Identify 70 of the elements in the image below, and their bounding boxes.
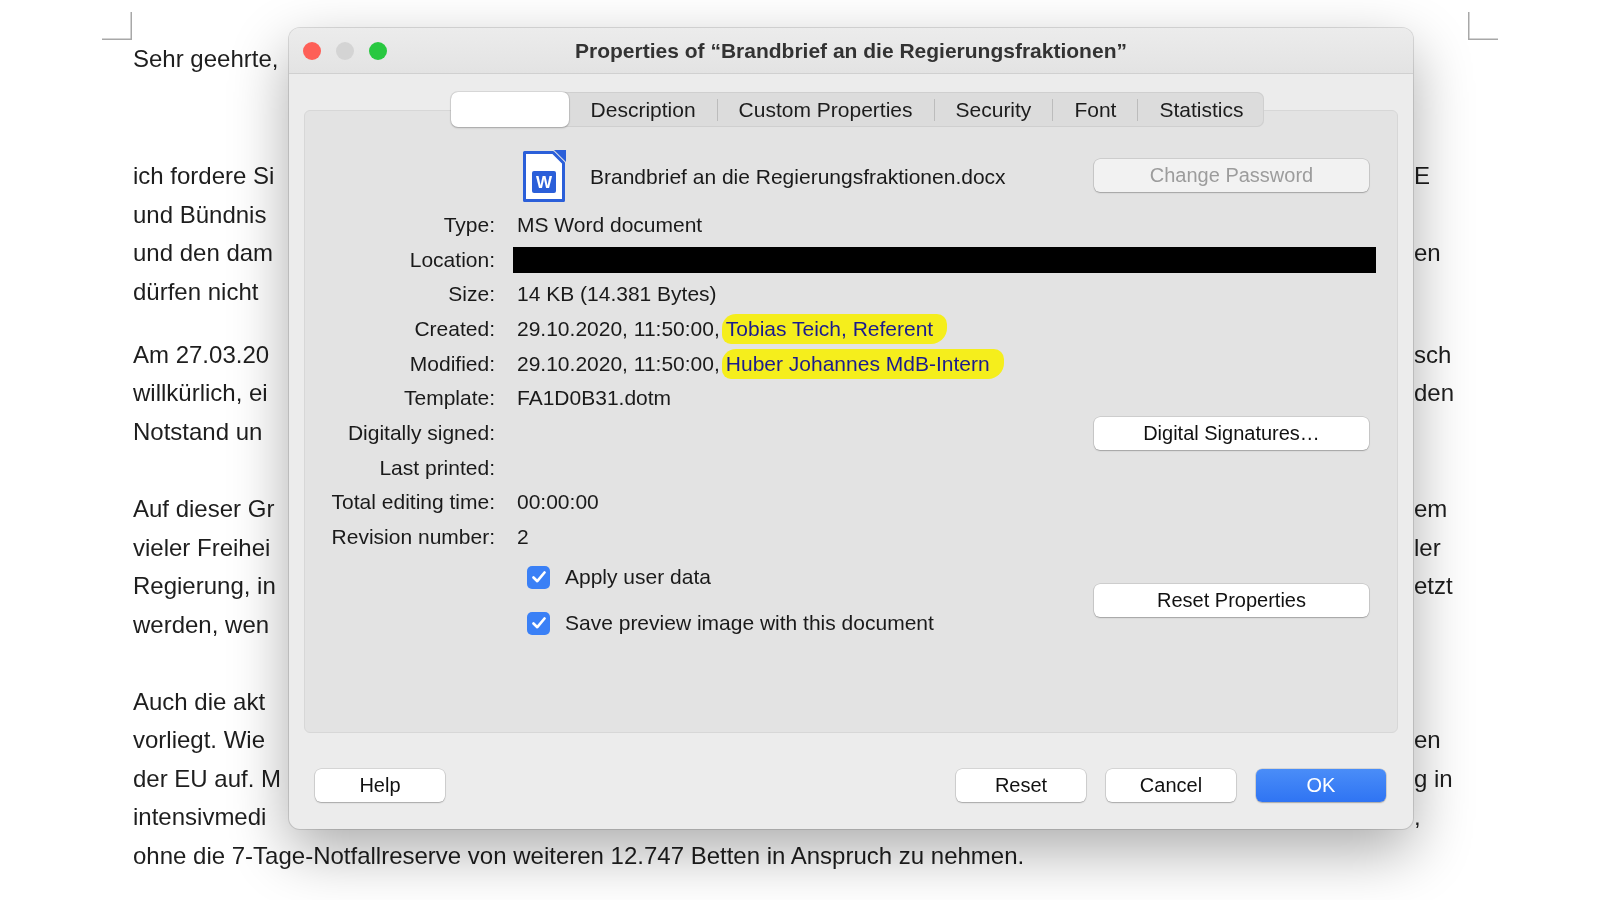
field-label: Size: — [447, 281, 495, 308]
document-text: sch — [1414, 339, 1452, 370]
checkbox-label[interactable]: Apply user data — [565, 565, 711, 590]
tab[interactable]: Statistics — [1138, 92, 1265, 127]
checkbox[interactable] — [527, 565, 550, 589]
author-name: Huber Johannes MdB-Intern — [721, 348, 1004, 379]
crop-mark-icon — [1468, 12, 1498, 40]
help-button[interactable]: Help — [315, 769, 445, 802]
document-text: , — [1414, 802, 1421, 833]
author-name: Tobias Teich, Referent — [721, 314, 948, 344]
checkmark-icon — [531, 571, 546, 584]
zoom-button[interactable] — [369, 41, 387, 60]
document-text: dürfen nicht — [133, 276, 259, 307]
digital-signatures-button[interactable]: Digital Signatures… — [1094, 416, 1369, 450]
dialog-button[interactable]: OK — [1256, 769, 1386, 802]
document-text: g in — [1414, 763, 1453, 794]
document-text: vieler Freihei — [133, 532, 271, 563]
field-label: Location: — [408, 246, 495, 273]
checkmark-icon — [531, 617, 546, 630]
field-value: 14 KB (14.381 Bytes) — [517, 282, 717, 307]
tab[interactable]: Font — [1053, 92, 1138, 127]
field-value: 29.10.2020, 11:50:00, — [517, 317, 720, 341]
document-text: willkürlich, ei — [133, 378, 268, 409]
document-text: intensivmedi — [133, 802, 267, 833]
document-text: ich fordere Si — [133, 161, 275, 191]
field-label: Last printed: — [378, 454, 495, 481]
tab[interactable]: Description — [569, 92, 717, 127]
reset-properties-button[interactable]: Reset Properties — [1094, 583, 1369, 617]
field-value: 29.10.2020, 11:50:00, — [517, 351, 720, 376]
field-value: 2 — [517, 525, 529, 550]
document-text: etzt — [1414, 571, 1453, 602]
dialog-button[interactable]: Cancel — [1106, 769, 1236, 802]
document-text: en — [1414, 725, 1441, 756]
document-text: ohne die 7-Tage-Notfallreserve von weiteren 12.747 Betten in Anspruch zu nehmen. — [133, 841, 1025, 872]
document-text: em — [1414, 493, 1448, 524]
document-text: Regierung, in — [133, 571, 276, 602]
file-name: Brandbrief an die Regierungsfraktionen.docx — [590, 164, 1006, 189]
tab[interactable]: Custom Properties — [717, 92, 934, 127]
document-text: der EU auf. M — [133, 763, 282, 794]
field-label: Type: — [442, 211, 495, 238]
field-label: Digitally signed: — [346, 420, 495, 447]
dialog-button[interactable]: Reset — [956, 769, 1086, 802]
field-label: Total editing time: — [330, 489, 495, 516]
document-text: Am 27.03.20 — [133, 339, 270, 370]
field-value: FA1D0B31.dotm — [517, 386, 672, 411]
document-text: und Bündnis — [133, 199, 267, 230]
document-text: en — [1414, 238, 1441, 269]
crop-mark-icon — [102, 12, 132, 40]
field-value: 00:00:00 — [517, 490, 599, 515]
tab[interactable]: Security — [934, 92, 1053, 127]
document-text: werden, wen — [133, 609, 270, 640]
document-text: Sehr geehrte, — [133, 44, 279, 74]
document-text: vorliegt. Wie — [133, 725, 266, 756]
field-label: Modified: — [408, 350, 495, 377]
checkbox[interactable] — [527, 611, 550, 635]
field-value: MS Word document — [517, 212, 703, 237]
document-icon: W — [522, 150, 566, 203]
document-text: Notstand un — [133, 416, 263, 447]
field-label: Template: — [402, 385, 495, 412]
field-label: Created: — [413, 316, 495, 342]
document-text: ler — [1414, 532, 1441, 563]
field-label: Revision number: — [330, 524, 495, 551]
window-title: Properties of “Brandbrief an die Regierungsfraktionen” — [575, 38, 1127, 63]
close-button[interactable] — [303, 41, 321, 60]
document-text: E — [1414, 161, 1430, 191]
document-text: Auch die akt — [133, 686, 266, 717]
checkbox-label[interactable]: Save preview image with this document — [565, 611, 934, 636]
document-text: Auf dieser Gr — [133, 493, 275, 524]
document-text: den — [1414, 378, 1455, 409]
document-text: und den dam — [133, 238, 274, 269]
